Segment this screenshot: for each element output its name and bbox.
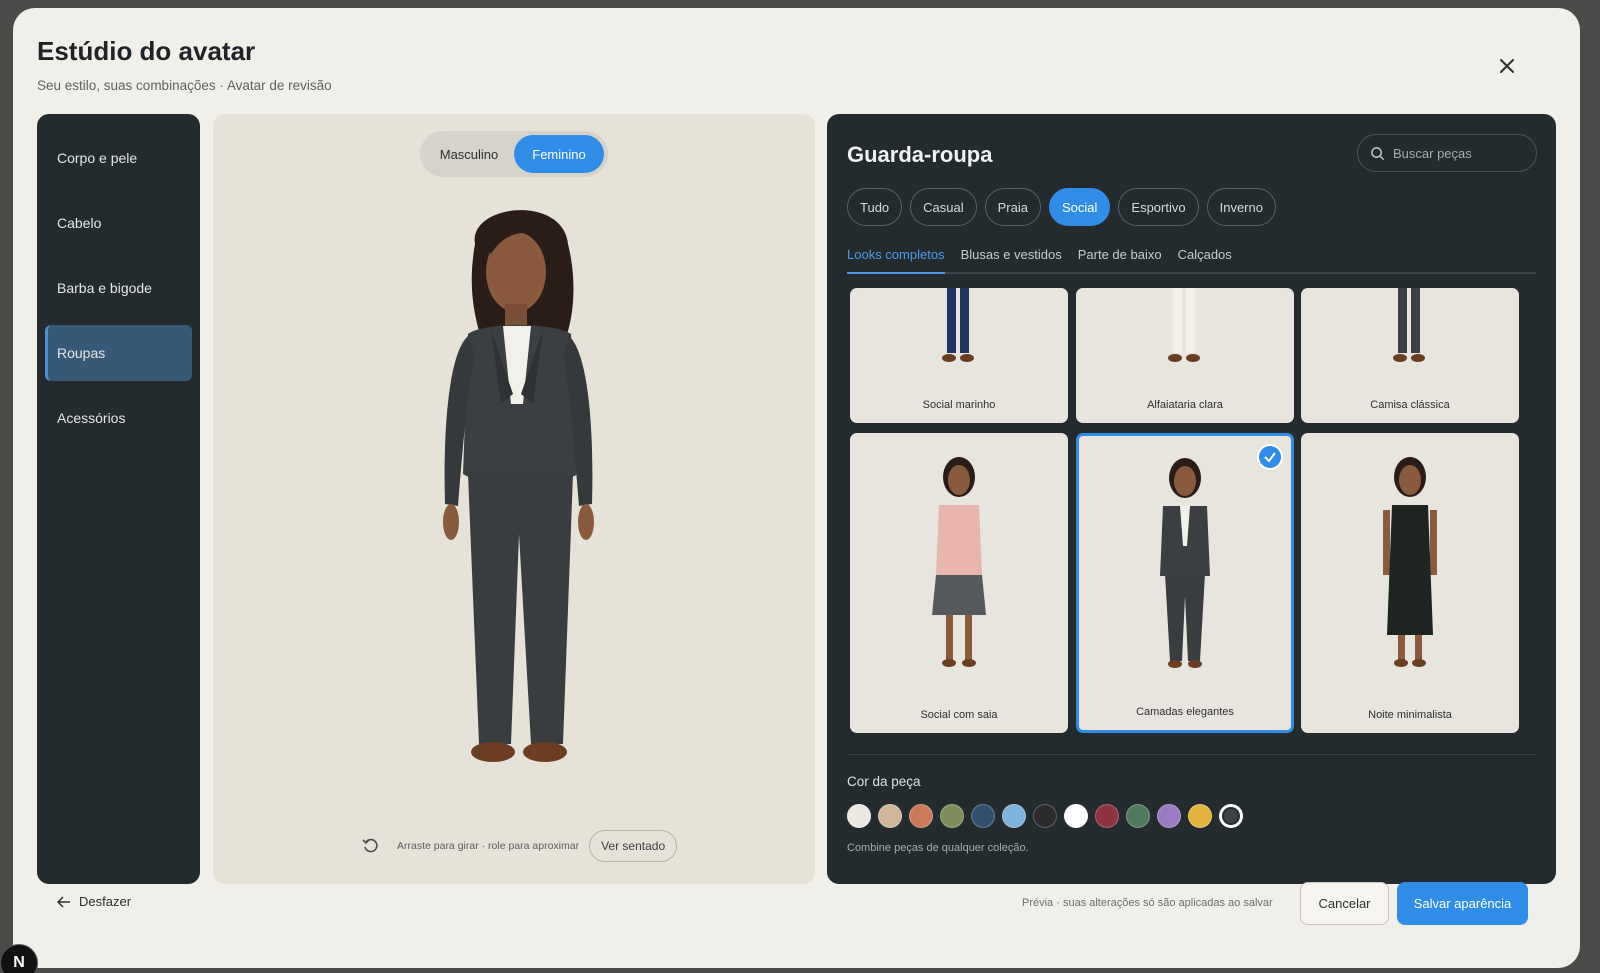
sidebar-item-accessories[interactable]: Acessórios	[45, 390, 192, 446]
outfit-label: Social marinho	[922, 399, 996, 411]
outfit-label: Camisa clássica	[1370, 399, 1450, 411]
sidebar-item-body[interactable]: Corpo e pele	[45, 130, 192, 186]
color-swatch[interactable]	[971, 804, 995, 828]
clothing-subtabs: Looks completos Blusas e vestidos Parte …	[847, 238, 1536, 274]
outfit-card[interactable]: Social com saia	[850, 433, 1068, 733]
search-box[interactable]	[1357, 134, 1537, 172]
outfit-card-selected[interactable]: Camadas elegantes	[1076, 433, 1294, 733]
wardrobe-panel: Guarda-roupa Tudo Casual Praia Social Es…	[827, 114, 1556, 884]
outfit-thumbnail	[932, 457, 986, 667]
avatar-studio-modal: Estúdio do avatar Seu estilo, suas combi…	[13, 8, 1580, 968]
filter-chip-casual[interactable]: Casual	[910, 188, 977, 226]
outfit-label: Noite minimalista	[1368, 709, 1452, 721]
preview-hint-text: Arraste para girar · role para aproximar	[397, 840, 580, 852]
gender-option-female[interactable]: Feminino	[514, 135, 604, 173]
tab-bottoms[interactable]: Parte de baixo	[1078, 238, 1162, 274]
color-swatch[interactable]	[1064, 804, 1088, 828]
cancel-button[interactable]: Cancelar	[1300, 882, 1389, 925]
filter-chip-social[interactable]: Social	[1048, 188, 1111, 226]
sidebar-item-hair[interactable]: Cabelo	[45, 195, 192, 251]
color-swatch[interactable]	[847, 804, 871, 828]
gender-toggle: Masculino Feminino	[420, 131, 608, 177]
color-note: Combine peças de qualquer coleção.	[847, 842, 1029, 854]
outfit-thumbnail	[942, 288, 974, 362]
search-input[interactable]	[1393, 145, 1523, 161]
outfit-card[interactable]: Noite minimalista	[1301, 433, 1519, 733]
outfit-label: Social com saia	[920, 709, 998, 721]
wardrobe-title: Guarda-roupa	[847, 142, 993, 167]
outfit-card[interactable]: Alfaiataria clara	[1076, 288, 1294, 423]
outfit-grid[interactable]: Social marinho Alfaiataria clara Camisa …	[850, 288, 1519, 738]
color-swatches	[847, 804, 1243, 828]
outfit-thumbnail	[1393, 288, 1425, 362]
save-appearance-button[interactable]: Salvar aparência	[1397, 882, 1528, 925]
page-title: Estúdio do avatar	[37, 36, 256, 66]
sidebar-item-label: Roupas	[57, 345, 106, 361]
selected-check-icon	[1257, 444, 1283, 470]
sidebar-item-label: Cabelo	[57, 215, 102, 231]
filter-chip-sport[interactable]: Esportivo	[1118, 188, 1199, 226]
outfit-card[interactable]: Camisa clássica	[1301, 288, 1519, 423]
view-seated-button[interactable]: Ver sentado	[589, 830, 678, 862]
color-swatch[interactable]	[878, 804, 902, 828]
undo-label: Desfazer	[79, 894, 132, 909]
sidebar-item-clothes[interactable]: Roupas	[45, 325, 192, 381]
close-icon	[1500, 59, 1514, 73]
preview-hint-row: Arraste para girar · role para aproximar…	[361, 830, 678, 862]
sidebar-item-label: Corpo e pele	[57, 150, 138, 166]
color-swatch[interactable]	[909, 804, 933, 828]
tab-tops-dresses[interactable]: Blusas e vestidos	[961, 238, 1062, 274]
divider	[847, 754, 1536, 755]
outfit-label: Alfaiataria clara	[1147, 399, 1223, 411]
color-swatch[interactable]	[1188, 804, 1212, 828]
category-sidebar: Corpo e pele Cabelo Barba e bigode Roupa…	[37, 114, 200, 884]
page-subtitle: Seu estilo, suas combinações · Avatar de…	[37, 78, 332, 93]
rotate-icon[interactable]	[361, 836, 381, 856]
arrow-left-icon	[57, 895, 70, 908]
tab-shoes[interactable]: Calçados	[1178, 238, 1232, 274]
outfit-card[interactable]: Social marinho	[850, 288, 1068, 423]
sidebar-item-beard[interactable]: Barba e bigode	[45, 260, 192, 316]
avatar-preview-panel[interactable]: Masculino Feminino Arraste para girar · …	[213, 114, 815, 884]
preview-note: Prévia · suas alterações só são aplicada…	[1022, 897, 1273, 909]
color-swatch[interactable]	[1033, 804, 1057, 828]
close-button[interactable]	[1493, 52, 1521, 80]
undo-button[interactable]: Desfazer	[57, 894, 131, 909]
outfit-label: Camadas elegantes	[1136, 706, 1234, 718]
tab-full-looks[interactable]: Looks completos	[847, 238, 945, 274]
color-swatch[interactable]	[1157, 804, 1181, 828]
filter-chip-all[interactable]: Tudo	[847, 188, 903, 226]
color-swatch[interactable]	[1002, 804, 1026, 828]
sidebar-item-label: Acessórios	[57, 410, 126, 426]
filter-chips: Tudo Casual Praia Social Esportivo Inver…	[847, 188, 1276, 226]
outfit-thumbnail	[1160, 458, 1210, 668]
color-swatch-selected[interactable]	[1219, 804, 1243, 828]
color-swatch[interactable]	[1126, 804, 1150, 828]
sidebar-item-label: Barba e bigode	[57, 280, 152, 296]
outfit-thumbnail	[1383, 457, 1437, 667]
outfit-thumbnail	[1168, 288, 1200, 362]
color-swatch[interactable]	[1095, 804, 1119, 828]
color-label: Cor da peça	[847, 774, 921, 789]
filter-chip-winter[interactable]: Inverno	[1206, 188, 1276, 226]
gender-option-male[interactable]: Masculino	[424, 135, 514, 173]
color-swatch[interactable]	[940, 804, 964, 828]
search-icon	[1371, 146, 1385, 160]
avatar-figure[interactable]	[413, 204, 633, 794]
filter-chip-beach[interactable]: Praia	[984, 188, 1041, 226]
